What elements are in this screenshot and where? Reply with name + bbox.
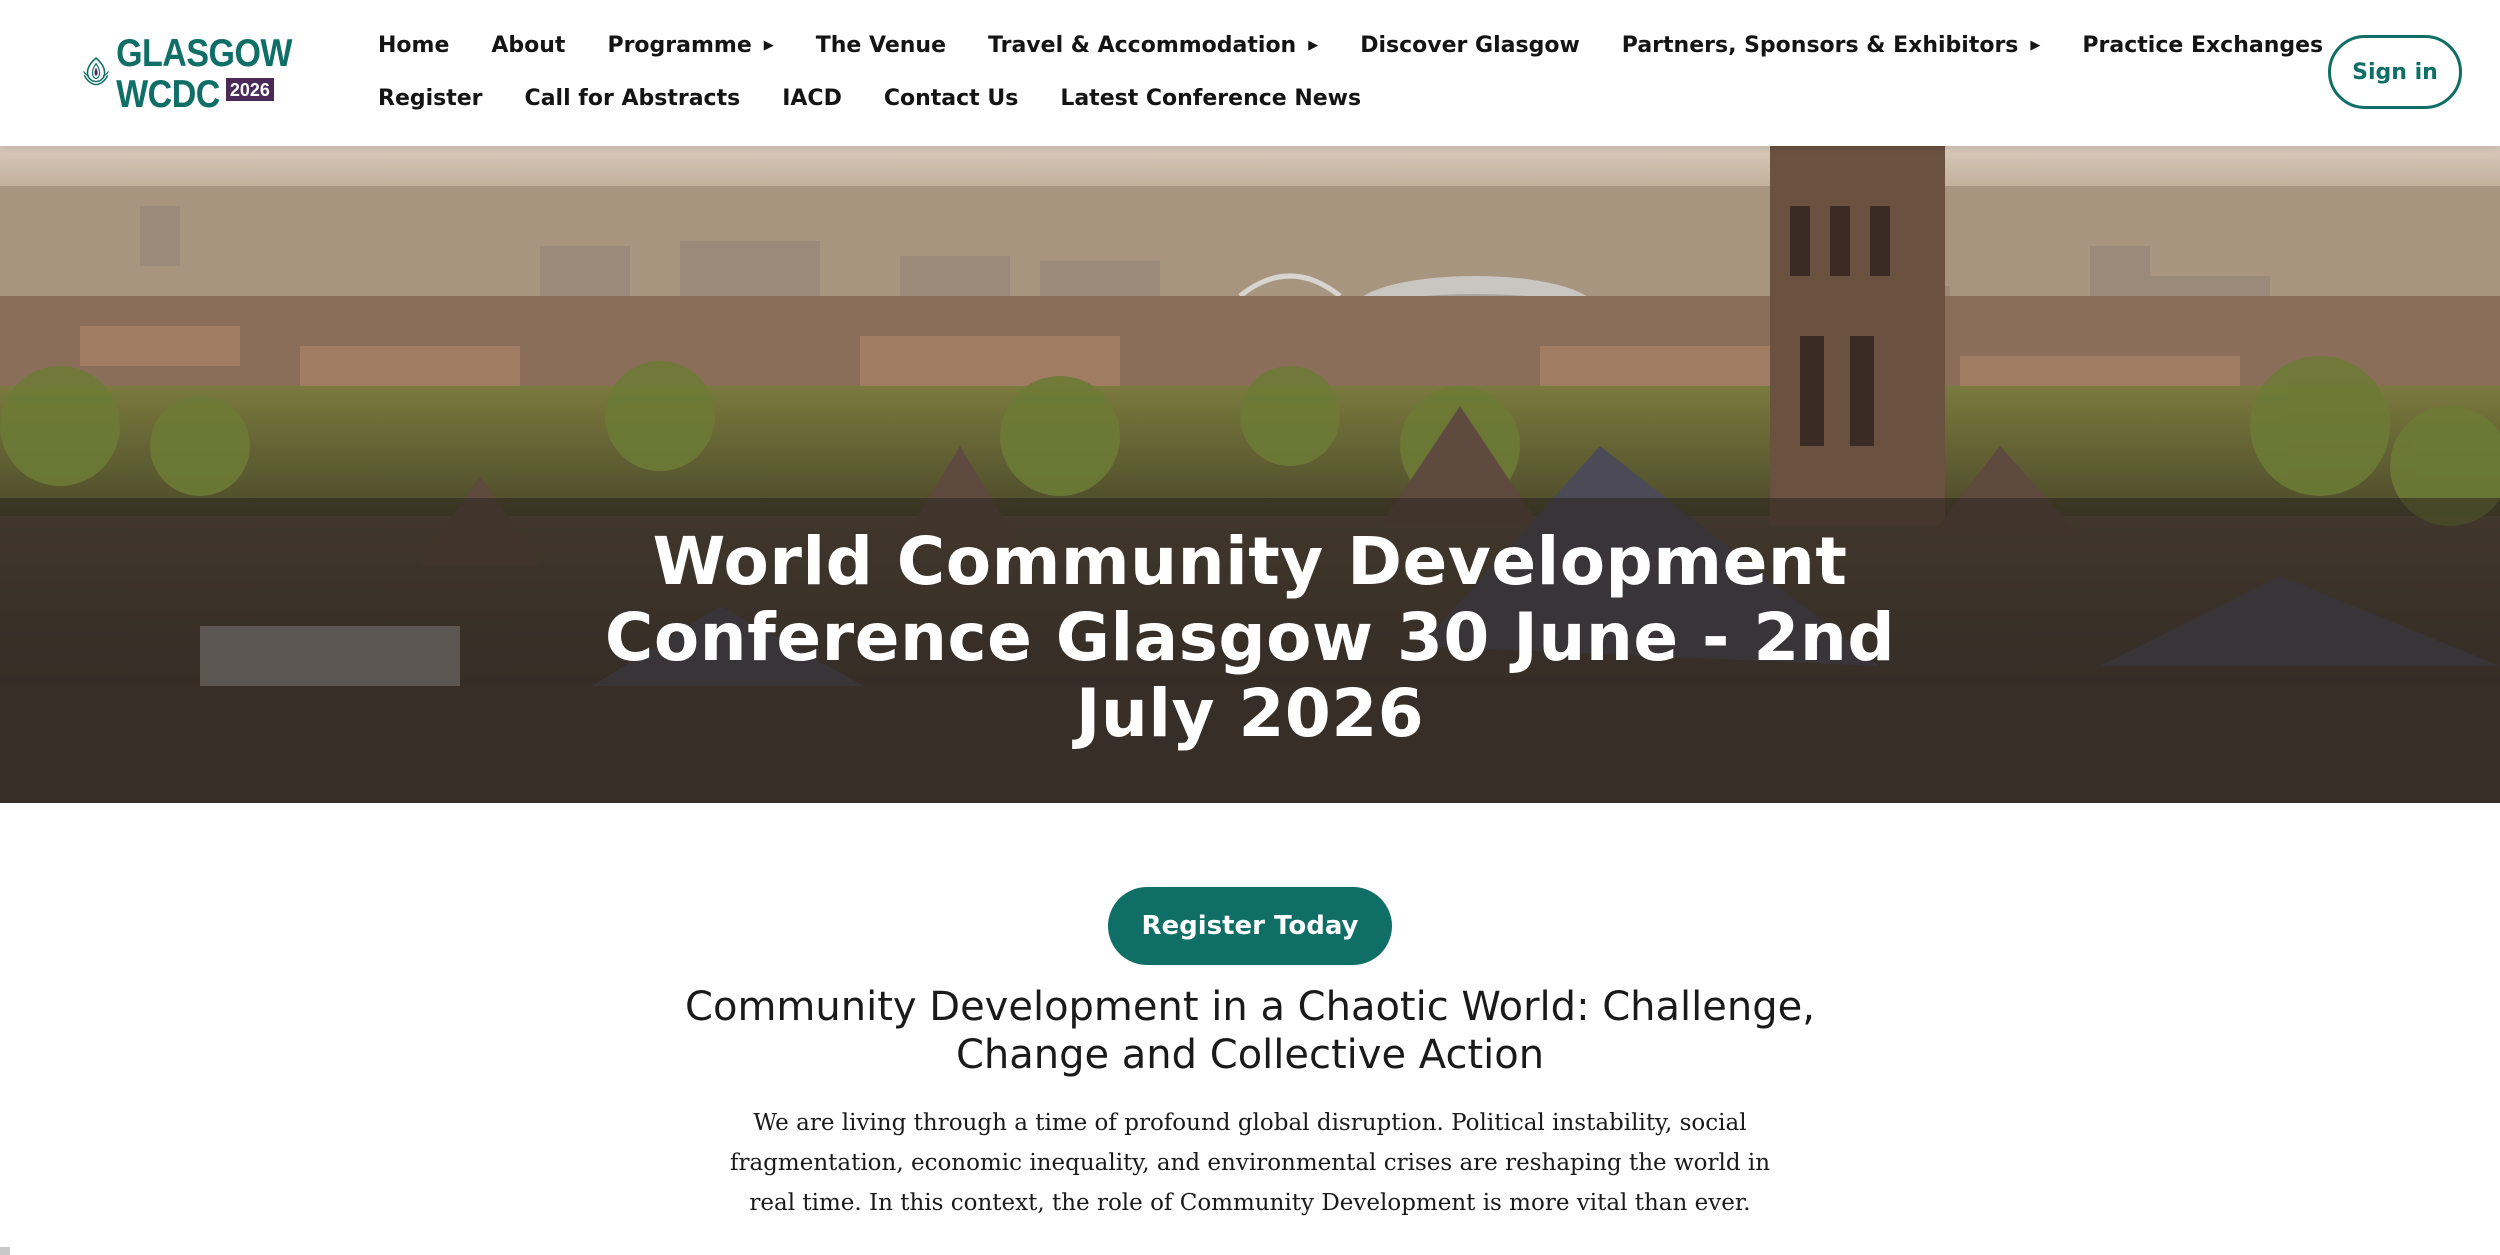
logo-line2: WCDC [116,72,220,116]
thistle-logo-icon [83,57,109,86]
nav-the-venue[interactable]: The Venue [816,30,946,60]
logo-line1: GLASGOW [116,31,292,75]
nav-practice-exchanges[interactable]: Practice Exchanges [2082,30,2323,60]
nav-travel-label: Travel & Accommodation [988,32,1297,58]
nav-programme[interactable]: Programme ▶ [607,30,773,60]
logo-wordmark: GLASGOW WCDC 2026 [116,31,292,113]
nav-contact-label: Contact Us [883,85,1019,111]
sign-in-button[interactable]: Sign in [2328,35,2462,109]
register-today-button[interactable]: Register Today [1108,887,1392,965]
hero-banner: World Community Development Conference G… [0,146,2500,803]
nav-latest-news[interactable]: Latest Conference News [1060,83,1361,113]
nav-partners-label: Partners, Sponsors & Exhibitors [1621,32,2019,58]
nav-iacd[interactable]: IACD [782,83,842,113]
nav-register-label: Register [378,85,483,111]
hero-title: World Community Development Conference G… [604,523,1896,752]
logo-year-badge: 2026 [225,78,274,101]
nav-home-label: Home [378,32,450,58]
main-nav-row-1: Home About Programme ▶ The Venue Travel &… [378,30,2365,60]
nav-home[interactable]: Home [378,30,449,60]
nav-the-venue-label: The Venue [815,32,947,58]
caret-right-icon: ▶ [763,37,774,53]
nav-practice-label: Practice Exchanges [2082,32,2324,58]
nav-travel-accommodation[interactable]: Travel & Accommodation ▶ [988,30,1318,60]
nav-abstracts-label: Call for Abstracts [524,85,741,111]
main-nav-row-2: Register Call for Abstracts IACD Contact… [378,83,1403,113]
site-logo[interactable]: GLASGOW WCDC 2026 [82,30,292,114]
caret-right-icon: ▶ [2030,37,2041,53]
site-header: GLASGOW WCDC 2026 Home About Programme ▶ … [0,0,2500,146]
nav-discover-label: Discover Glasgow [1360,32,1580,58]
nav-about-label: About [491,32,566,58]
nav-contact-us[interactable]: Contact Us [884,83,1018,113]
nav-programme-label: Programme [607,32,752,58]
nav-discover-glasgow[interactable]: Discover Glasgow [1360,30,1580,60]
nav-about[interactable]: About [491,30,565,60]
caret-right-icon: ▶ [1308,37,1319,53]
nav-news-label: Latest Conference News [1060,85,1362,111]
nav-partners-sponsors-exhibitors[interactable]: Partners, Sponsors & Exhibitors ▶ [1622,30,2041,60]
nav-call-for-abstracts[interactable]: Call for Abstracts [525,83,741,113]
intro-paragraph: We are living through a time of profound… [729,1110,1771,1216]
nav-register[interactable]: Register [378,83,483,113]
conference-theme-heading: Community Development in a Chaotic World… [685,984,1815,1078]
nav-iacd-label: IACD [782,85,842,111]
scrollbar-edge [0,1247,10,1255]
